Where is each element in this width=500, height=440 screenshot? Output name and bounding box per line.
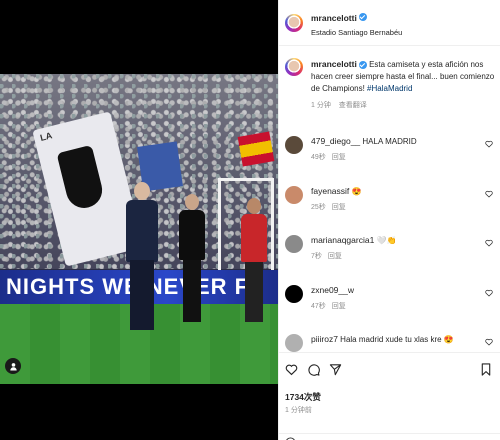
caption-age: 1 分钟 (311, 102, 331, 109)
comment-username[interactable]: piiiroz7 (311, 334, 338, 344)
comment-text: Hala madrid xude tu xlas kre 😍 (340, 335, 454, 344)
player-figure (178, 194, 206, 324)
heart-icon[interactable] (485, 239, 493, 247)
comment-text: 😍 (351, 187, 362, 196)
verified-icon (358, 12, 367, 21)
comment-username[interactable]: 479_diego__ (311, 136, 360, 146)
heart-icon[interactable] (285, 363, 298, 376)
like-count[interactable]: 1734次赞 (285, 391, 321, 403)
comment-age: 49秒 (311, 154, 326, 161)
comment-item: 479_diego__ HALA MADRID 49秒 回复 (285, 136, 497, 163)
bookmark-icon[interactable] (480, 363, 492, 376)
comment-item: piiiroz7 Hala madrid xude tu xlas kre 😍 (285, 334, 497, 352)
caption-avatar[interactable] (285, 58, 303, 76)
post-header: mrancelotti Estadio Santiago Bernabéu (279, 0, 500, 46)
comment-avatar[interactable] (285, 136, 303, 154)
comment-age: 25秒 (311, 204, 326, 211)
comment-username[interactable]: zxne09__w (311, 285, 354, 295)
flag-text: LA (39, 130, 54, 143)
comment-text: 🤍👏 (376, 236, 397, 245)
comment-avatar[interactable] (285, 186, 303, 204)
add-comment-bar[interactable] (279, 433, 500, 440)
caption-username[interactable]: mrancelotti (311, 59, 357, 69)
heart-icon[interactable] (485, 289, 493, 297)
verified-icon (358, 60, 367, 69)
heart-icon[interactable] (485, 338, 493, 346)
flag-badge (56, 144, 106, 212)
post-caption: mrancelotti Esta camiseta y esta afición… (285, 58, 497, 112)
reply-link[interactable]: 回复 (332, 154, 346, 161)
comment-username[interactable]: fayenassif (311, 186, 349, 196)
comment-icon[interactable] (307, 363, 320, 376)
comment-item: fayenassif 😍 25秒 回复 (285, 186, 497, 213)
post-location[interactable]: Estadio Santiago Bernabéu (311, 28, 402, 37)
post-actions: 1734次赞 1 分钟前 (279, 352, 500, 440)
share-icon[interactable] (329, 363, 342, 376)
heart-icon[interactable] (485, 140, 493, 148)
comment-username[interactable]: marianaqgarcia1 (311, 235, 374, 245)
comment-item: zxne09__w 47秒 回复 (285, 285, 497, 312)
author-avatar[interactable] (285, 13, 303, 32)
author-username[interactable]: mrancelotti (311, 13, 357, 23)
comment-item: marianaqgarcia1 🤍👏 7秒 回复 (285, 235, 497, 262)
comment-avatar[interactable] (285, 235, 303, 253)
comment-age: 47秒 (311, 303, 326, 310)
spain-flag (237, 131, 275, 167)
post-media[interactable]: LA NIGHTS WE NEVER F (0, 0, 278, 440)
caption-hashtag[interactable]: #HalaMadrid (367, 84, 412, 93)
comment-avatar[interactable] (285, 285, 303, 303)
reply-link[interactable]: 回复 (328, 253, 342, 260)
coach-figure (124, 182, 160, 332)
user-tag-icon[interactable] (5, 358, 21, 374)
comment-avatar[interactable] (285, 334, 303, 352)
see-translation-link[interactable]: 查看翻译 (339, 102, 367, 109)
player-figure (240, 198, 268, 324)
reply-link[interactable]: 回复 (332, 204, 346, 211)
post-panel: mrancelotti Estadio Santiago Bernabéu mr… (278, 0, 500, 440)
comment-text: HALA MADRID (362, 137, 417, 146)
comment-age: 7秒 (311, 253, 322, 260)
post-time[interactable]: 1 分钟前 (285, 405, 312, 415)
reply-link[interactable]: 回复 (332, 303, 346, 310)
post-photo[interactable]: LA NIGHTS WE NEVER F (0, 74, 278, 384)
heart-icon[interactable] (485, 190, 493, 198)
